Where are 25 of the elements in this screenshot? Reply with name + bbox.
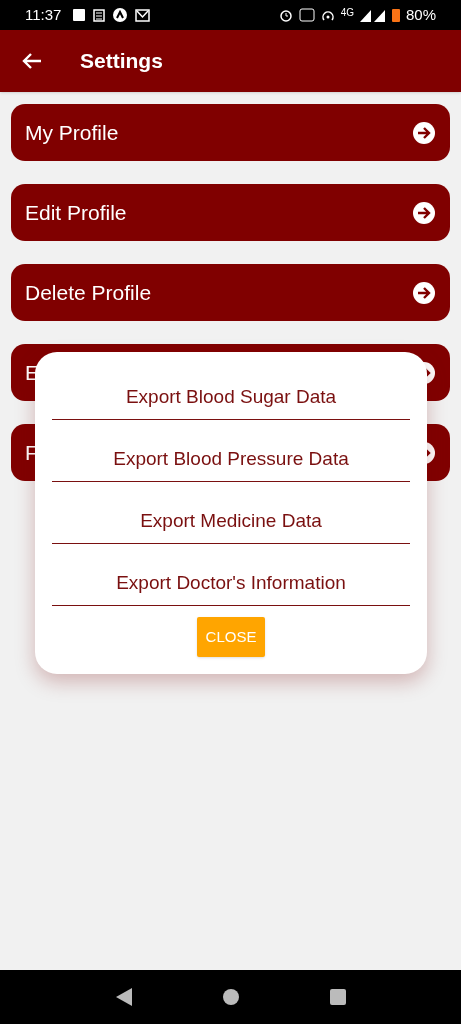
network-type: 4G xyxy=(340,5,354,20)
alarm-icon xyxy=(278,8,293,22)
recents-nav-icon[interactable] xyxy=(329,989,346,1005)
news-icon xyxy=(93,8,106,22)
export-option[interactable]: Export Doctor's Information xyxy=(52,562,410,606)
arrow-circle-icon xyxy=(412,200,436,225)
status-time: 11:37 xyxy=(25,4,62,25)
app-icon xyxy=(113,8,128,22)
battery-level: 80% xyxy=(405,4,436,25)
back-arrow-icon xyxy=(22,52,42,70)
screen-title: Settings xyxy=(80,48,163,75)
mail-icon xyxy=(135,8,151,22)
export-option[interactable]: Export Blood Pressure Data xyxy=(52,438,410,482)
home-nav-icon[interactable] xyxy=(222,989,239,1005)
export-option[interactable]: Export Blood Sugar Data xyxy=(52,376,410,420)
battery-icon xyxy=(391,8,400,22)
arrow-circle-icon xyxy=(412,120,436,145)
export-option[interactable]: Export Medicine Data xyxy=(52,500,410,544)
back-nav-icon[interactable] xyxy=(115,988,132,1006)
signal-icon xyxy=(359,8,386,22)
arrow-circle-icon xyxy=(412,280,436,305)
menu-item[interactable]: Delete Profile xyxy=(11,264,450,321)
menu-item[interactable]: Edit Profile xyxy=(11,184,450,241)
menu-item[interactable]: My Profile xyxy=(11,104,450,161)
hotspot-icon xyxy=(320,8,335,22)
